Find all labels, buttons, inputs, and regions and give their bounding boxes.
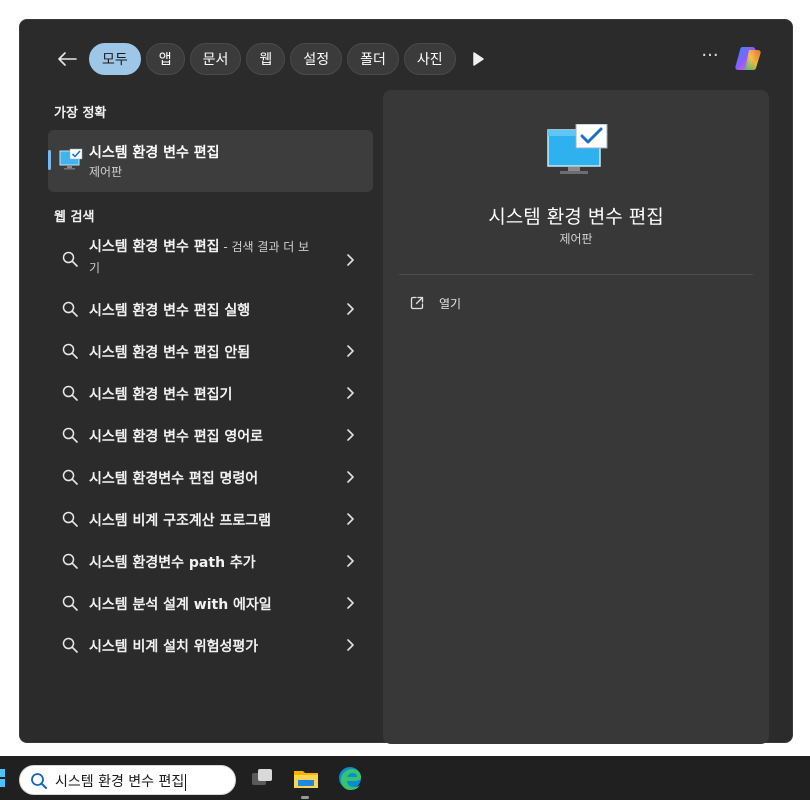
search-icon xyxy=(62,385,78,401)
chevron-right-icon xyxy=(347,513,354,525)
best-match-subtitle: 제어판 xyxy=(89,165,123,179)
chevron-right-icon xyxy=(347,471,354,483)
chevron-right-icon xyxy=(347,303,354,315)
tab-folders[interactable]: 폴더 xyxy=(347,43,399,75)
best-match-item[interactable]: 시스템 환경 변수 편집 제어판 xyxy=(48,130,373,192)
system-properties-icon xyxy=(547,124,608,174)
web-result-label: 시스템 환경 변수 편집 실행 xyxy=(89,303,251,319)
search-icon xyxy=(62,251,78,267)
web-result-item[interactable]: 시스템 환경 변수 편집 영어로 xyxy=(48,414,374,456)
preview-title: 시스템 환경 변수 편집 xyxy=(488,206,664,228)
web-result-item[interactable]: 시스템 환경변수 path 추가 xyxy=(48,540,374,582)
web-result-item[interactable]: 시스템 비계 구조계산 프로그램 xyxy=(48,498,374,540)
web-result-label: 시스템 환경변수 path 추가 xyxy=(89,555,256,571)
open-external-icon xyxy=(410,296,424,310)
web-result-label: 시스템 환경 변수 편집 영어로 xyxy=(89,429,264,445)
best-match-heading: 가장 정확 xyxy=(54,106,107,121)
preview-subtitle: 제어판 xyxy=(559,232,593,246)
preview-pane: 시스템 환경 변수 편집 제어판 열기 xyxy=(383,90,769,744)
running-indicator xyxy=(301,796,309,799)
search-icon xyxy=(62,427,78,443)
taskbar: 시스템 환경 변수 편집 xyxy=(0,756,810,800)
search-icon xyxy=(31,773,47,789)
more-filters-button[interactable] xyxy=(470,51,486,67)
taskbar-search-input[interactable]: 시스템 환경 변수 편집 xyxy=(55,771,187,791)
web-result-item[interactable]: 시스템 환경 변수 편집 실행 xyxy=(48,288,374,330)
filter-bar: 모두 앱 문서 웹 설정 폴더 사진 ··· xyxy=(20,20,792,96)
file-explorer-icon[interactable] xyxy=(292,764,320,792)
best-match-title: 시스템 환경 변수 편집 xyxy=(89,145,220,161)
tab-all[interactable]: 모두 xyxy=(89,43,141,75)
chevron-right-icon xyxy=(347,345,354,357)
text-caret xyxy=(185,773,187,791)
tab-apps[interactable]: 앱 xyxy=(145,43,185,75)
search-icon xyxy=(62,595,78,611)
search-icon xyxy=(62,511,78,527)
selection-indicator xyxy=(48,150,51,170)
web-result-item[interactable]: 시스템 환경 변수 편집기 xyxy=(48,372,374,414)
tab-documents[interactable]: 문서 xyxy=(189,43,242,75)
divider xyxy=(399,274,753,275)
play-icon xyxy=(473,52,484,66)
web-result-item[interactable]: 시스템 비계 설치 위험성평가 xyxy=(48,624,374,666)
edge-browser-icon[interactable] xyxy=(336,764,364,792)
chevron-right-icon xyxy=(347,639,354,651)
web-search-heading: 웹 검색 xyxy=(54,210,95,225)
tab-web[interactable]: 웹 xyxy=(246,43,286,75)
web-result-label: 시스템 환경변수 편집 명령어 xyxy=(89,471,259,487)
taskbar-search-box[interactable]: 시스템 환경 변수 편집 xyxy=(19,765,236,795)
open-action-label: 열기 xyxy=(439,296,462,311)
copilot-icon xyxy=(735,47,761,70)
system-properties-icon xyxy=(59,148,83,170)
task-view-icon[interactable] xyxy=(248,764,276,792)
search-icon xyxy=(62,301,78,317)
web-result-label: 시스템 환경 변수 편집 안됨 xyxy=(89,345,251,361)
search-icon xyxy=(62,553,78,569)
chevron-right-icon xyxy=(347,429,354,441)
web-result-item[interactable]: 시스템 분석 설계 with 에자일 xyxy=(48,582,374,624)
tab-settings[interactable]: 설정 xyxy=(290,43,343,75)
chevron-right-icon xyxy=(347,387,354,399)
web-result-label: 시스템 분석 설계 with 에자일 xyxy=(89,597,272,613)
web-search-list: 시스템 환경 변수 편집 - 검색 결과 더 보기 시스템 환경 변수 편집 실… xyxy=(48,232,374,666)
web-result-label: 시스템 환경 변수 편집기 xyxy=(89,387,233,403)
filter-tabs: 모두 앱 문서 웹 설정 폴더 사진 xyxy=(89,43,456,75)
web-result-item[interactable]: 시스템 환경변수 편집 명령어 xyxy=(48,456,374,498)
web-result-item[interactable]: 시스템 환경 변수 편집 - 검색 결과 더 보기 xyxy=(48,232,374,288)
web-result-label: 시스템 비계 설치 위험성평가 xyxy=(89,639,259,655)
windows-logo-icon[interactable] xyxy=(0,769,6,787)
web-result-label: 시스템 환경 변수 편집 - 검색 결과 더 보기 xyxy=(89,239,310,275)
arrow-left-icon xyxy=(58,52,77,66)
open-action[interactable]: 열기 xyxy=(409,293,461,313)
web-result-label: 시스템 비계 구조계산 프로그램 xyxy=(89,513,272,529)
tab-photos[interactable]: 사진 xyxy=(403,43,456,75)
chevron-right-icon xyxy=(347,254,354,266)
web-result-item[interactable]: 시스템 환경 변수 편집 안됨 xyxy=(48,330,374,372)
more-options-button[interactable]: ··· xyxy=(698,47,722,68)
chevron-right-icon xyxy=(347,597,354,609)
search-icon xyxy=(62,343,78,359)
search-icon xyxy=(62,637,78,653)
start-search-panel: 모두 앱 문서 웹 설정 폴더 사진 ··· 가장 정확 시스템 환경 변수 편… xyxy=(19,19,793,744)
chevron-right-icon xyxy=(347,555,354,567)
copilot-button[interactable] xyxy=(732,42,764,74)
search-icon xyxy=(62,469,78,485)
back-button[interactable] xyxy=(54,47,80,71)
